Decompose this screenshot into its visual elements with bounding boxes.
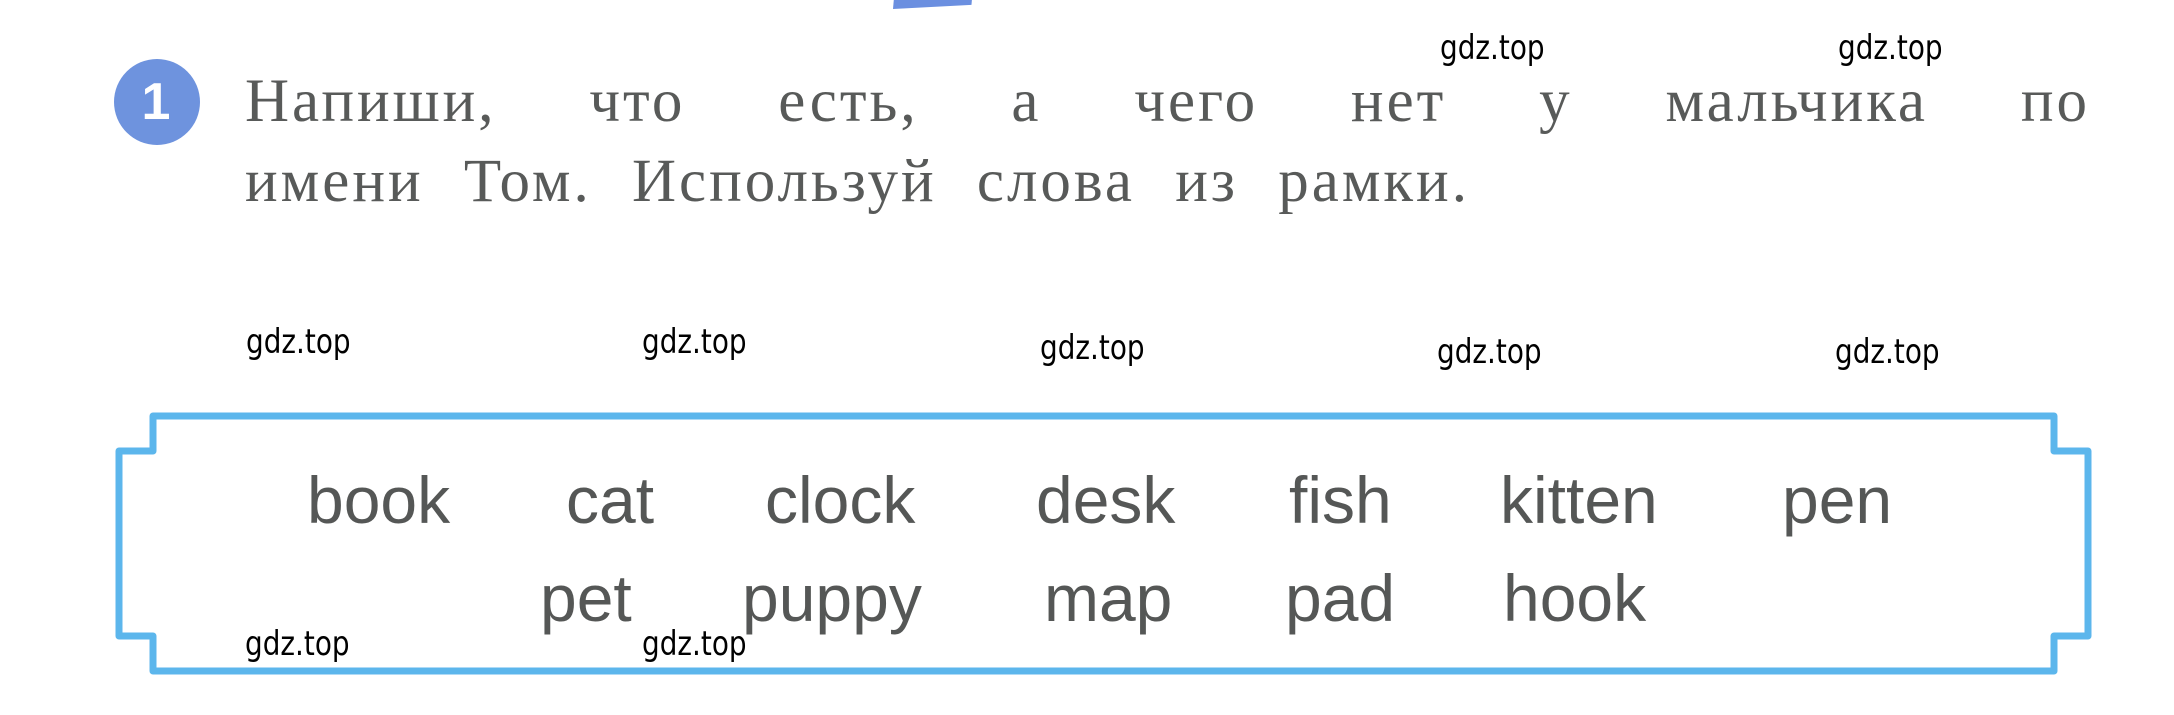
watermark: gdz.top xyxy=(1440,28,1545,68)
word-pet: pet xyxy=(540,561,632,635)
word-puppy: puppy xyxy=(742,561,922,635)
watermark: gdz.top xyxy=(1838,28,1943,68)
word-pen: pen xyxy=(1782,463,1893,537)
watermark: gdz.top xyxy=(246,322,351,362)
word-hook: hook xyxy=(1503,561,1647,635)
word-kitten: kitten xyxy=(1500,463,1658,537)
word-cat: cat xyxy=(566,463,655,537)
watermark: gdz.top xyxy=(642,322,747,362)
watermark: gdz.top xyxy=(1835,332,1940,372)
watermark: gdz.top xyxy=(642,624,747,664)
word-clock: clock xyxy=(765,463,916,537)
word-pad: pad xyxy=(1285,561,1396,635)
word-desk: desk xyxy=(1036,463,1176,537)
word-book: book xyxy=(307,463,451,537)
word-fish: fish xyxy=(1289,463,1392,537)
watermark: gdz.top xyxy=(245,624,350,664)
watermark: gdz.top xyxy=(1437,332,1542,372)
watermark: gdz.top xyxy=(1040,328,1145,368)
word-map: map xyxy=(1044,561,1173,635)
